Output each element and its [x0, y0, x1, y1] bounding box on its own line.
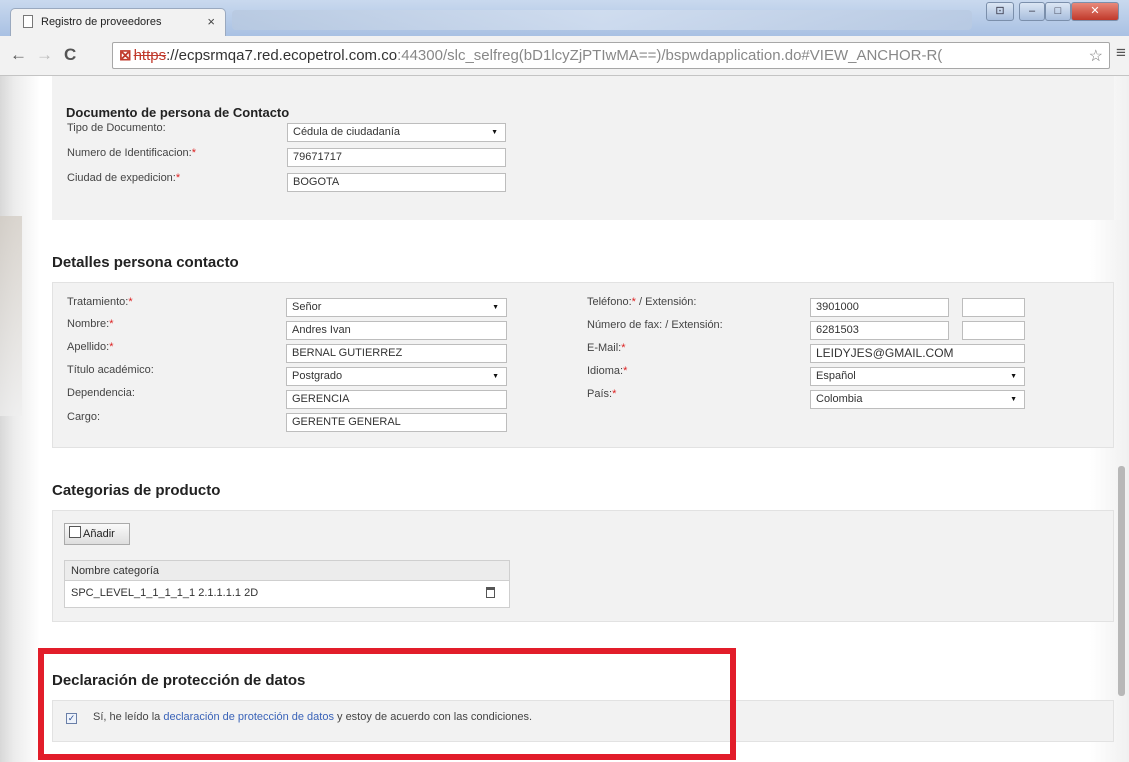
- id-number-input[interactable]: 79671717: [287, 148, 506, 167]
- department-label: Dependencia:: [67, 387, 135, 399]
- required-marker: *: [175, 172, 181, 184]
- browser-toolbar: ← → C ⊠ https://ecpsrmqa7.red.ecopetrol.c…: [0, 36, 1129, 76]
- trash-icon[interactable]: [486, 587, 495, 598]
- tab-title: Registro de proveedores: [41, 16, 162, 28]
- forward-arrow-icon[interactable]: →: [36, 45, 53, 65]
- table-row[interactable]: SPC_LEVEL_1_1_1_1_1 2.1.1.1.1 2D: [65, 581, 509, 606]
- contact-details-title: Detalles persona contacto: [52, 254, 239, 271]
- country-select[interactable]: Colombia: [810, 390, 1025, 409]
- fax-extension-input[interactable]: [962, 321, 1025, 340]
- first-name-label: Nombre:*: [67, 318, 114, 330]
- close-window-button[interactable]: ✕: [1071, 2, 1119, 21]
- categories-table: Nombre categoría SPC_LEVEL_1_1_1_1_1 2.1…: [64, 560, 510, 608]
- language-select[interactable]: Español: [810, 367, 1025, 386]
- fax-label: Número de fax: / Extensión:: [587, 319, 723, 331]
- minimize-window-button[interactable]: –: [1019, 2, 1045, 21]
- browser-tab[interactable]: Registro de proveedores ×: [10, 8, 226, 36]
- email-input[interactable]: LEIDYJES@GMAIL.COM: [810, 344, 1025, 363]
- language-label: Idioma:*: [587, 365, 628, 377]
- address-bar[interactable]: ⊠ https://ecpsrmqa7.red.ecopetrol.com.co:…: [112, 42, 1110, 69]
- fax-input[interactable]: 6281503: [810, 321, 949, 340]
- insecure-lock-icon: ⊠: [119, 47, 132, 64]
- position-input[interactable]: GERENTE GENERAL: [286, 413, 507, 432]
- last-name-label: Apellido:*: [67, 341, 114, 353]
- last-name-input[interactable]: BERNAL GUTIERREZ: [286, 344, 507, 363]
- add-icon: [69, 526, 81, 538]
- url-protocol: https: [133, 47, 167, 64]
- page-icon: [23, 15, 33, 28]
- tab-close-icon[interactable]: ×: [207, 14, 215, 29]
- scrollbar[interactable]: [1118, 466, 1125, 696]
- phone-extension-input[interactable]: [962, 298, 1025, 317]
- doc-type-select[interactable]: Cédula de ciudadanía: [287, 123, 506, 142]
- window-titlebar: Registro de proveedores × ⊡ – □ ✕: [0, 0, 1129, 36]
- phone-label: Teléfono:* / Extensión:: [587, 296, 697, 308]
- department-input[interactable]: GERENCIA: [286, 390, 507, 409]
- issue-city-input[interactable]: BOGOTA: [287, 173, 506, 192]
- url-host: ://ecpsrmqa7.red.ecopetrol.com.co: [166, 47, 398, 64]
- reload-icon[interactable]: C: [64, 45, 76, 65]
- menu-icon[interactable]: ≡: [1116, 43, 1126, 63]
- treatment-label: Tratamiento:*: [67, 296, 133, 308]
- highlight-box: [38, 648, 736, 760]
- category-name-cell: SPC_LEVEL_1_1_1_1_1 2.1.1.1.1 2D: [71, 587, 259, 599]
- add-category-button[interactable]: Añadir: [64, 523, 130, 545]
- required-marker: *: [191, 147, 197, 159]
- restore-window-icon[interactable]: ⊡: [986, 2, 1014, 21]
- blurred-tab[interactable]: [232, 10, 972, 30]
- issue-city-label: Ciudad de expedicion:*: [67, 172, 181, 184]
- background-decoration: [0, 216, 22, 416]
- email-label: E-Mail:*: [587, 342, 626, 354]
- column-header-category-name: Nombre categoría: [65, 561, 509, 581]
- first-name-input[interactable]: Andres Ivan: [286, 321, 507, 340]
- page-viewport: Documento de persona de Contacto Tipo de…: [0, 76, 1129, 762]
- country-label: País:*: [587, 388, 617, 400]
- academic-title-select[interactable]: Postgrado: [286, 367, 507, 386]
- contact-document-panel: [52, 76, 1114, 220]
- doc-type-label: Tipo de Documento:: [67, 122, 166, 134]
- contact-document-title: Documento de persona de Contacto: [66, 105, 290, 120]
- categories-title: Categorias de producto: [52, 482, 221, 499]
- bookmark-star-icon[interactable]: ☆: [1089, 44, 1103, 68]
- academic-title-label: Título académico:: [67, 364, 154, 376]
- contact-details-panel: [52, 282, 1114, 448]
- treatment-select[interactable]: Señor: [286, 298, 507, 317]
- position-label: Cargo:: [67, 411, 101, 423]
- id-number-label: Numero de Identificacion:*: [67, 147, 197, 159]
- phone-input[interactable]: 3901000: [810, 298, 949, 317]
- maximize-window-button[interactable]: □: [1045, 2, 1071, 21]
- back-arrow-icon[interactable]: ←: [10, 45, 27, 65]
- url-path: :44300/slc_selfreg(bD1lcyZjPTIwMA==)/bsp…: [397, 47, 943, 64]
- add-category-label: Añadir: [83, 528, 115, 540]
